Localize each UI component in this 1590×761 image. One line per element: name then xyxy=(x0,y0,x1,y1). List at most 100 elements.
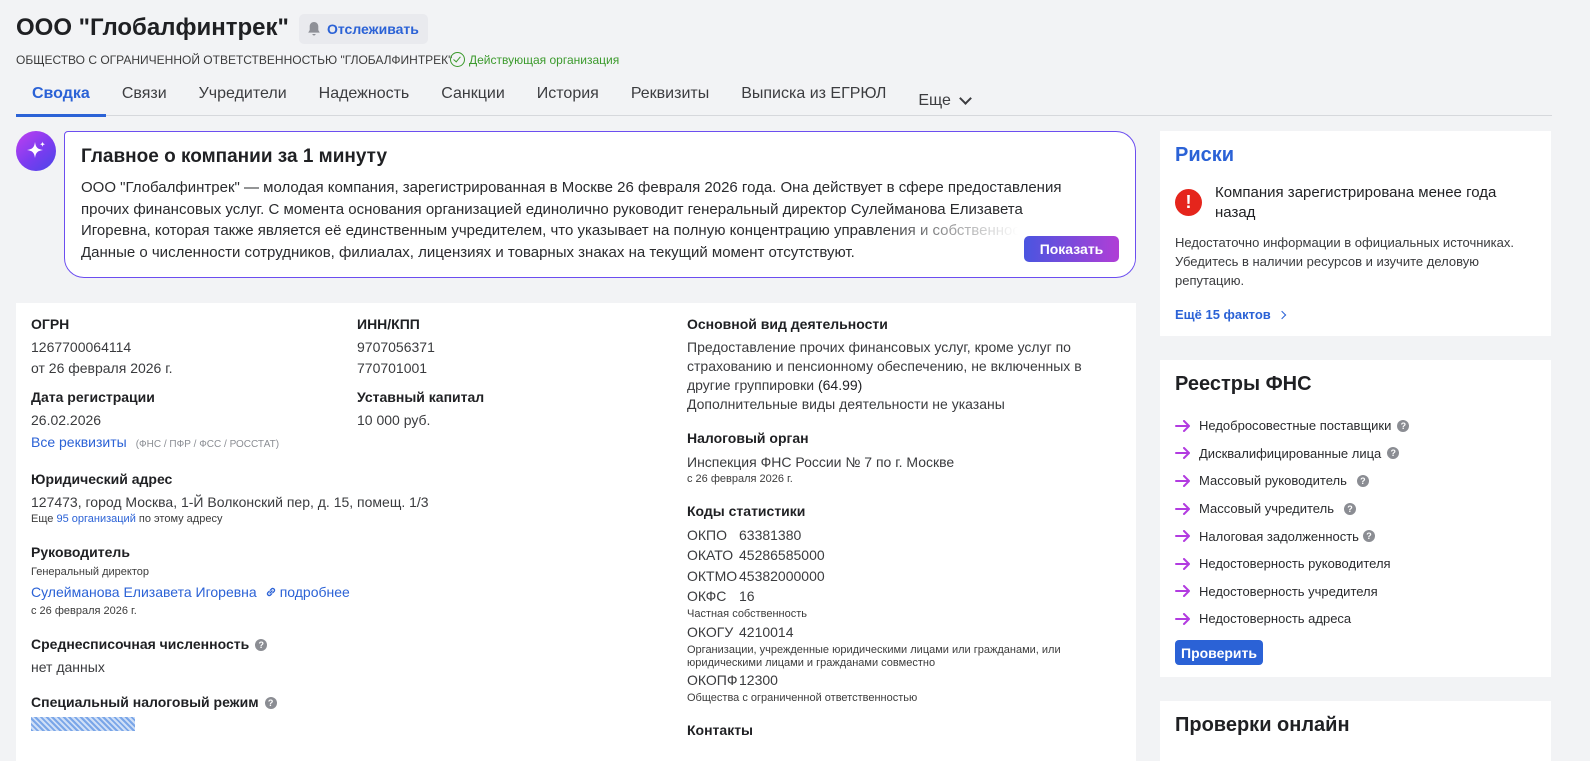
headcount-label: Среднесписочная численность xyxy=(31,636,250,652)
reg-date-value: 26.02.2026 xyxy=(31,412,102,428)
fns-item-disqualified[interactable]: Дисквалифицированные лица? xyxy=(1175,440,1409,468)
check-button[interactable]: Проверить xyxy=(1175,640,1263,665)
tab-reliability[interactable]: Надежность xyxy=(303,80,426,116)
arrow-right-icon xyxy=(1175,447,1190,460)
help-icon[interactable]: ? xyxy=(1387,447,1400,460)
tab-bar: Сводка Связи Учредители Надежность Санкц… xyxy=(16,80,1552,117)
capital-value: 10 000 руб. xyxy=(357,412,431,428)
ai-summary-card: Главное о компании за 1 минуту ООО "Глоб… xyxy=(64,131,1136,278)
fns-item-tax-debt[interactable]: Налоговая задолженность? xyxy=(1175,522,1409,550)
okfs-note: Частная собственность xyxy=(687,608,808,620)
arrow-right-icon xyxy=(1175,557,1190,570)
oktmo-row: ОКТМО 45382000000 xyxy=(687,568,825,584)
tab-more[interactable]: Еще xyxy=(902,80,986,116)
tab-sanctions[interactable]: Санкции xyxy=(425,80,521,116)
fns-item-mass-manager[interactable]: Массовый руководитель? xyxy=(1175,467,1409,495)
help-icon[interactable]: ? xyxy=(1343,502,1356,515)
alert-icon: ! xyxy=(1175,189,1202,216)
ai-summary-title: Главное о компании за 1 минуту xyxy=(81,146,388,167)
fns-item-unreliable-founder[interactable]: Недостоверность учредителя xyxy=(1175,578,1409,606)
tax-org-value: Инспекция ФНС России № 7 по г. Москве xyxy=(687,454,955,470)
all-requisites-link[interactable]: Все реквизиты xyxy=(31,434,127,450)
ogrn-date: от 26 февраля 2026 г. xyxy=(31,360,173,376)
address-more-prefix: Еще xyxy=(31,513,54,525)
more-facts-label: Ещё 15 фактов xyxy=(1175,307,1271,322)
risks-panel: Риски ! Компания зарегистрирована менее … xyxy=(1160,131,1551,336)
okopf-row: ОКОПФ 12300 xyxy=(687,672,778,688)
manager-more-link[interactable]: подробнее xyxy=(265,584,350,600)
show-more-button[interactable]: Показать xyxy=(1024,236,1119,262)
tax-mode-label: Специальный налоговый режим xyxy=(31,694,259,710)
hidden-content-placeholder[interactable] xyxy=(31,717,135,731)
kpp-value: 770701001 xyxy=(357,360,428,376)
risks-title[interactable]: Риски xyxy=(1175,144,1234,167)
fns-item-unfair-suppliers[interactable]: Недобросовестные поставщики? xyxy=(1175,412,1410,440)
activity-code: (64.99) xyxy=(817,377,863,393)
help-icon[interactable]: ? xyxy=(264,697,277,709)
fns-item-unreliable-manager[interactable]: Недостоверность руководителя xyxy=(1175,550,1409,578)
manager-label: Руководитель xyxy=(31,544,130,560)
address-orgs-link[interactable]: 95 организаций xyxy=(56,513,135,525)
fns-item-unreliable-address[interactable]: Недостоверность адреса xyxy=(1175,605,1409,633)
fns-item-label: Массовый учредитель xyxy=(1199,501,1334,517)
arrow-right-icon xyxy=(1175,502,1190,515)
capital-label: Уставный капитал xyxy=(357,389,485,405)
bell-icon xyxy=(308,22,320,36)
fns-item-label: Недостоверность адреса xyxy=(1199,611,1352,627)
tab-requisites[interactable]: Реквизиты xyxy=(615,80,725,116)
okfs-row: ОКФС 16 xyxy=(687,588,755,604)
address-label: Юридический адрес xyxy=(31,471,173,487)
online-checks-title: Проверки онлайн xyxy=(1175,714,1350,736)
activity-line-2: страхованию и пенсионному обеспечению, н… xyxy=(687,358,1082,374)
fns-item-label: Недостоверность руководителя xyxy=(1199,556,1391,572)
fns-item-label: Массовый руководитель xyxy=(1199,473,1347,489)
okogu-note-1: Организации, учрежденные юридическими ли… xyxy=(687,644,1061,656)
activity-label: Основной вид деятельности xyxy=(687,316,888,332)
risk-heading: Компания зарегистрирована менее года наз… xyxy=(1215,184,1497,221)
tab-egrul-extract[interactable]: Выписка из ЕГРЮЛ xyxy=(725,80,902,116)
inn-kpp-label: ИНН/КПП xyxy=(357,316,420,332)
stats-codes-label: Коды статистики xyxy=(687,503,806,519)
online-checks-panel: Проверки онлайн xyxy=(1160,701,1551,761)
fns-registries-panel: Реестры ФНС Недобросовестные поставщики?… xyxy=(1160,360,1551,677)
page-title: ООО "Глобалфинтрек" xyxy=(16,14,289,41)
fns-item-mass-founder[interactable]: Массовый учредитель? xyxy=(1175,495,1409,523)
ogrn-label: ОГРН xyxy=(31,316,70,332)
fns-title: Реестры ФНС xyxy=(1175,373,1312,395)
help-icon[interactable]: ? xyxy=(1362,530,1375,543)
tab-more-label: Еще xyxy=(918,91,951,109)
manager-name-link[interactable]: Сулейманова Елизавета Игоревна xyxy=(31,584,257,600)
company-full-name: ОБЩЕСТВО С ОГРАНИЧЕННОЙ ОТВЕТСТВЕННОСТЬЮ… xyxy=(16,53,453,67)
ogrn-value: 1267700064114 xyxy=(31,339,132,355)
arrow-right-icon xyxy=(1175,612,1190,625)
chevron-right-icon xyxy=(1277,310,1287,319)
okogu-note-2: юридическими лицами и гражданами совмест… xyxy=(687,657,936,669)
fns-item-label: Недостоверность учредителя xyxy=(1199,583,1378,599)
fns-item-label: Дисквалифицированные лица xyxy=(1199,445,1382,461)
fns-list: Недобросовестные поставщики? Дисквалифиц… xyxy=(1175,412,1410,633)
follow-label: Отслеживать xyxy=(327,21,419,37)
risk-description: Недостаточно информации в официальных ис… xyxy=(1175,235,1514,288)
tab-links[interactable]: Связи xyxy=(106,80,183,116)
tax-org-label: Налоговый орган xyxy=(687,430,809,446)
activity-extra: Дополнительные виды деятельности не указ… xyxy=(687,396,1005,412)
tab-history[interactable]: История xyxy=(521,80,615,116)
okpo-row: ОКПО 63381380 xyxy=(687,527,802,543)
arrow-right-icon xyxy=(1175,585,1190,598)
check-circle-icon xyxy=(450,52,465,67)
company-details-card: ОГРН 1267700064114 от 26 февраля 2026 г.… xyxy=(16,303,1136,761)
manager-date: с 26 февраля 2026 г. xyxy=(31,605,137,617)
link-icon xyxy=(266,587,275,597)
tab-founders[interactable]: Учредители xyxy=(183,80,303,116)
help-icon[interactable]: ? xyxy=(1397,419,1410,432)
okato-row: ОКАТО 45286585000 xyxy=(687,547,825,563)
help-icon[interactable]: ? xyxy=(255,639,268,651)
follow-button[interactable]: Отслеживать xyxy=(299,14,428,44)
help-icon[interactable]: ? xyxy=(1356,474,1369,487)
reg-date-label: Дата регистрации xyxy=(31,389,155,405)
tab-summary[interactable]: Сводка xyxy=(16,80,106,117)
more-facts-link[interactable]: Ещё 15 фактов xyxy=(1175,307,1287,322)
inn-value: 9707056371 xyxy=(357,339,435,355)
activity-line-1: Предоставление прочих финансовых услуг, … xyxy=(687,339,1071,355)
chevron-down-icon xyxy=(959,91,972,105)
